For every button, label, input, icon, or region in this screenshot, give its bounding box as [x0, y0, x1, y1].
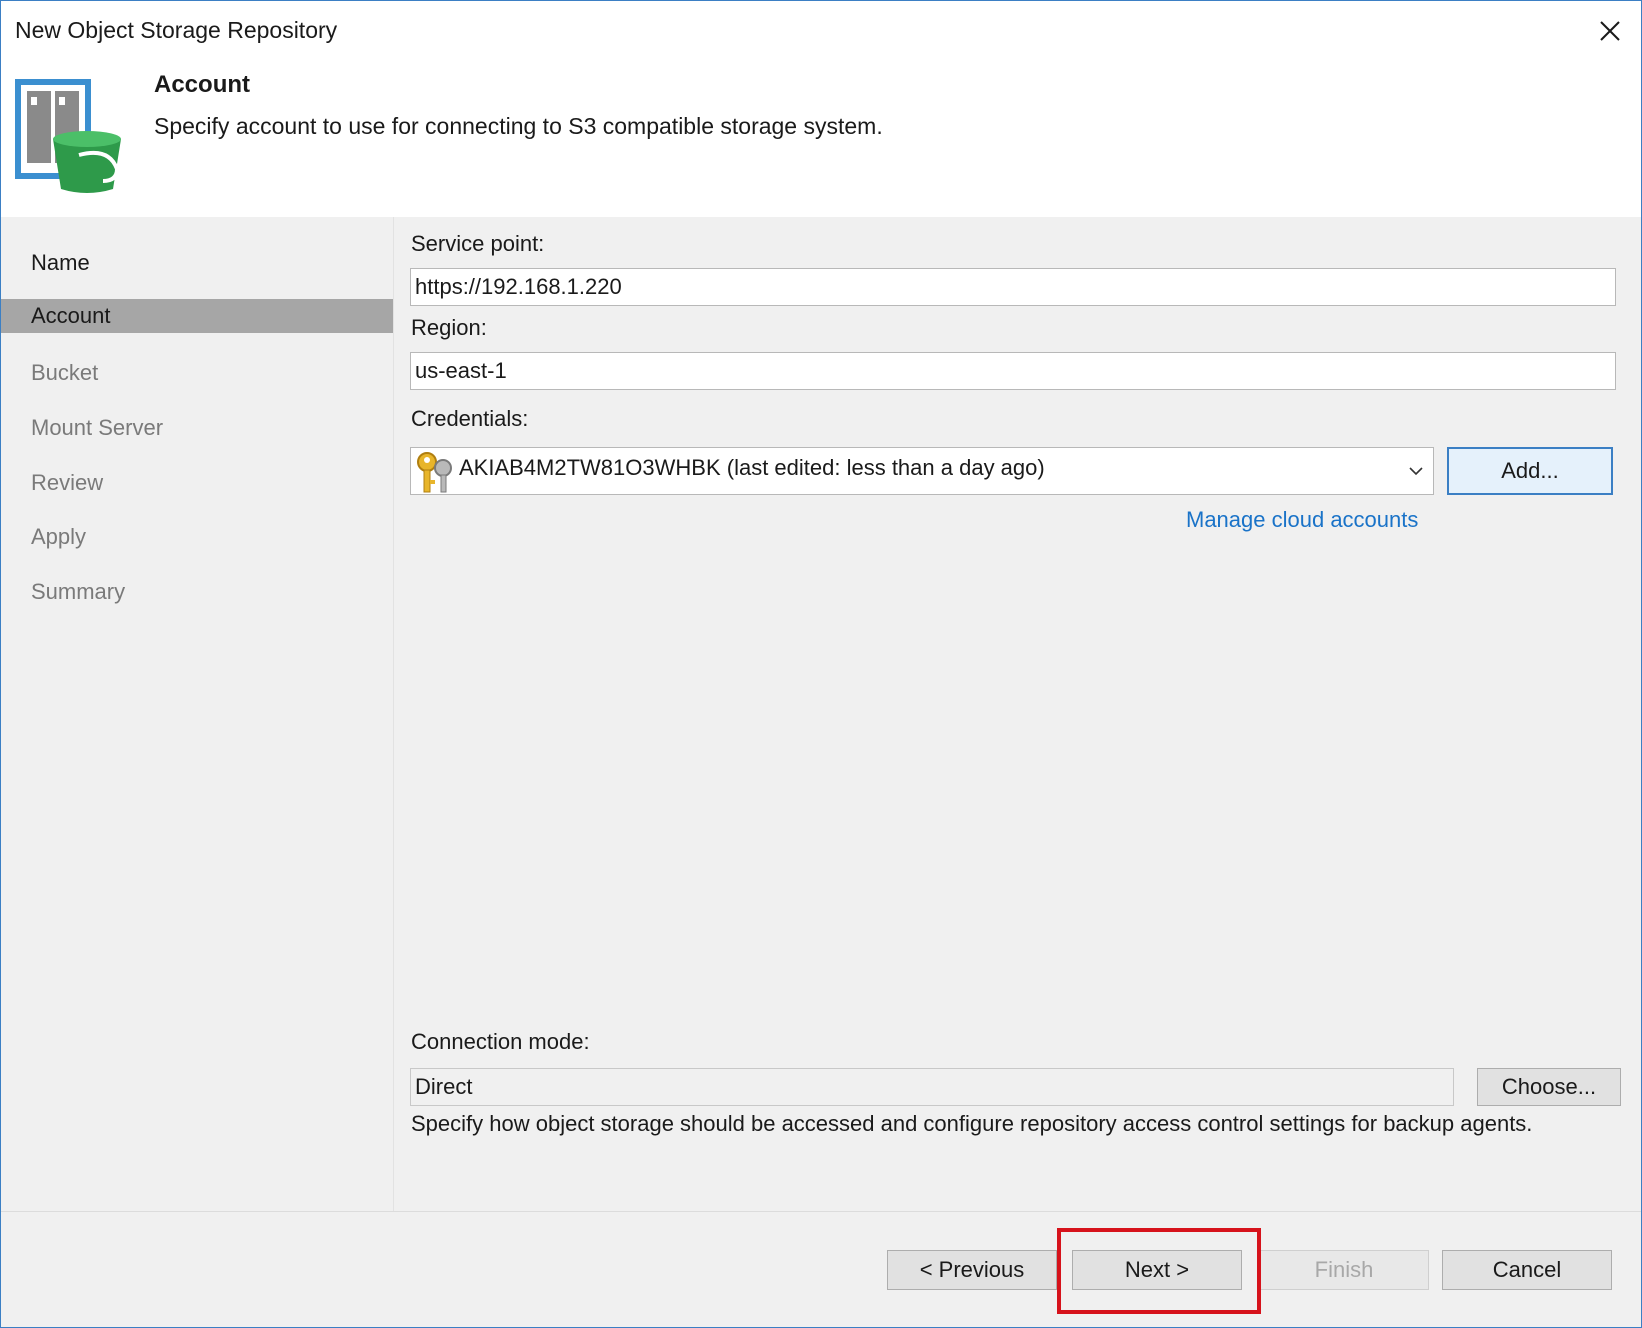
credentials-selected-value: AKIAB4M2TW81O3WHBK (last edited: less th…: [459, 455, 1045, 480]
step-description: Specify account to use for connecting to…: [154, 113, 883, 139]
wizard-header: Account Specify account to use for conne…: [1, 63, 1641, 217]
manage-cloud-accounts-link[interactable]: Manage cloud accounts: [1186, 507, 1418, 533]
connection-mode-hint: Specify how object storage should be acc…: [411, 1111, 1533, 1136]
step-review[interactable]: Review: [1, 466, 393, 500]
add-credentials-button[interactable]: Add...: [1447, 447, 1613, 495]
key-icon: [417, 452, 452, 493]
step-account[interactable]: Account: [1, 299, 393, 333]
connection-mode-field: Direct: [410, 1068, 1454, 1106]
account-step-content: Service point: https://192.168.1.220 Reg…: [393, 217, 1641, 1211]
chevron-down-icon: [1409, 467, 1423, 476]
region-input[interactable]: us-east-1: [410, 352, 1616, 390]
title-bar: New Object Storage Repository: [1, 1, 1641, 63]
step-mount-server[interactable]: Mount Server: [1, 411, 393, 445]
step-name[interactable]: Name: [1, 246, 393, 280]
connection-mode-label: Connection mode:: [411, 1029, 590, 1054]
credentials-dropdown[interactable]: AKIAB4M2TW81O3WHBK (last edited: less th…: [410, 447, 1434, 495]
wizard-body: Name Account Bucket Mount Server Review …: [1, 217, 1641, 1211]
step-title: Account: [154, 71, 250, 98]
choose-connection-mode-button[interactable]: Choose...: [1477, 1068, 1621, 1106]
step-apply[interactable]: Apply: [1, 520, 393, 554]
step-bucket[interactable]: Bucket: [1, 356, 393, 390]
wizard-window: New Object Storage Repository Account Sp…: [0, 0, 1642, 1328]
close-icon: [1600, 21, 1620, 41]
region-label: Region:: [411, 315, 487, 340]
window-title: New Object Storage Repository: [15, 17, 338, 43]
service-point-input[interactable]: https://192.168.1.220: [410, 268, 1616, 306]
credentials-label: Credentials:: [411, 406, 529, 431]
step-summary[interactable]: Summary: [1, 575, 393, 609]
service-point-label: Service point:: [411, 231, 545, 256]
close-button[interactable]: [1587, 9, 1633, 53]
wizard-footer: < Previous Next > Finish Cancel: [1, 1211, 1641, 1327]
finish-button: Finish: [1259, 1250, 1429, 1290]
object-storage-bucket-icon: [15, 79, 121, 193]
wizard-steps-sidebar: Name Account Bucket Mount Server Review …: [1, 217, 394, 1211]
previous-button[interactable]: < Previous: [887, 1250, 1057, 1290]
cancel-button[interactable]: Cancel: [1442, 1250, 1612, 1290]
next-button[interactable]: Next >: [1072, 1250, 1242, 1290]
